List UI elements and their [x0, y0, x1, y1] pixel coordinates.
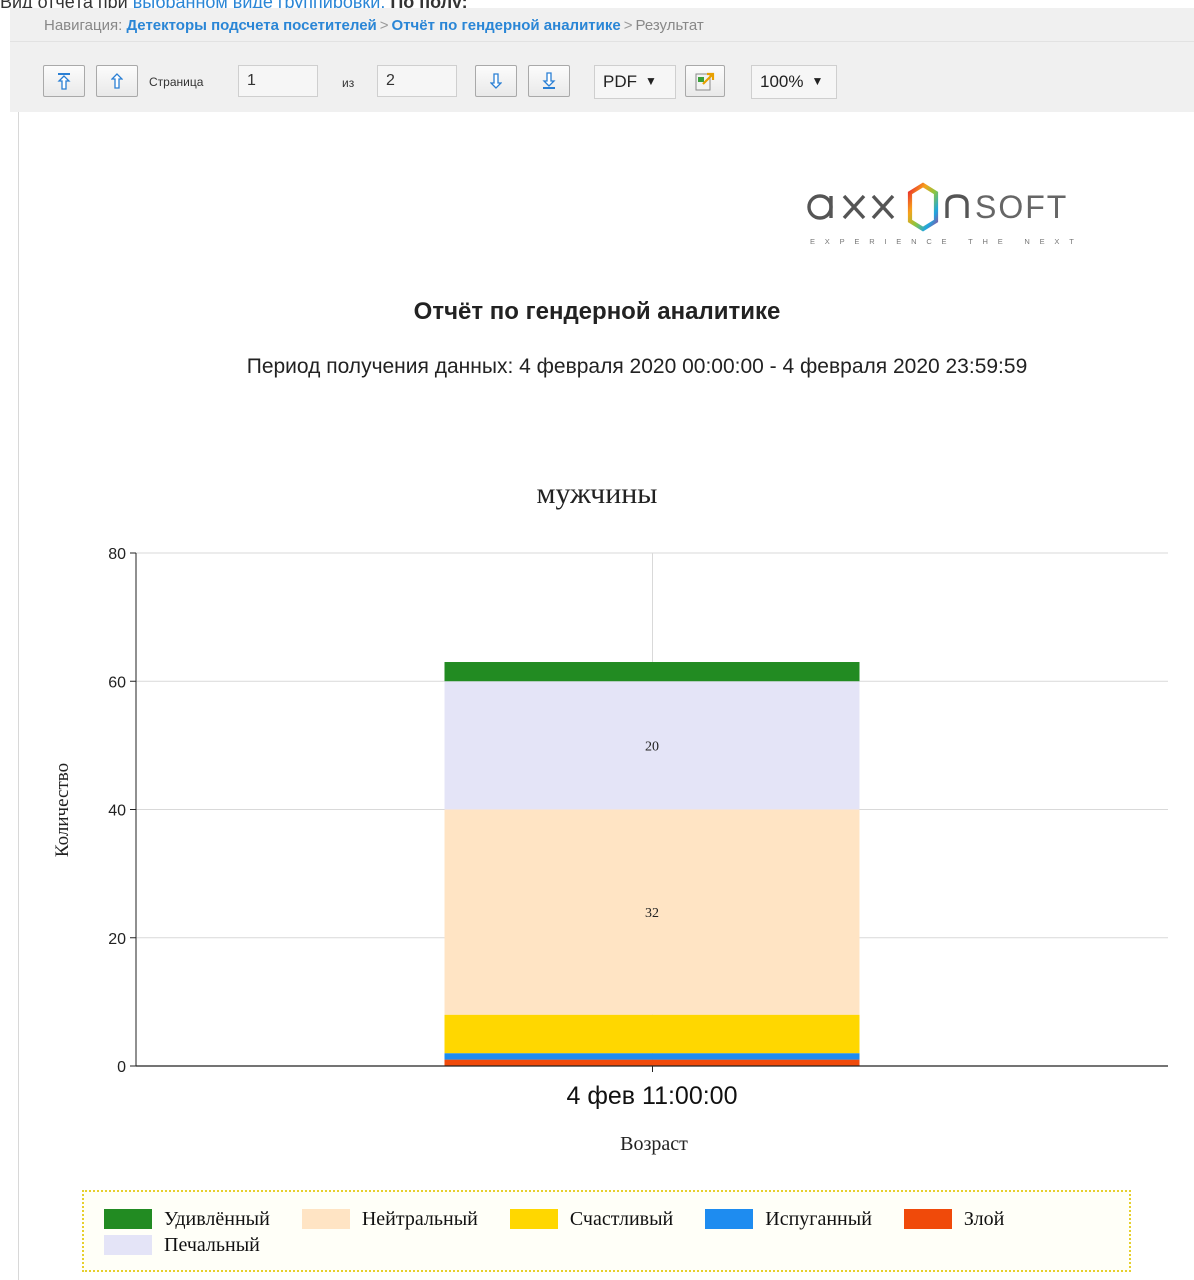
y-tick-label: 60	[108, 674, 126, 691]
legend-item: Удивлённый	[104, 1206, 270, 1232]
legend-label: Нейтральный	[361, 1207, 478, 1230]
first-page-icon	[57, 73, 71, 90]
legend-item: Печальный	[104, 1232, 260, 1258]
first-page-button[interactable]	[43, 65, 85, 97]
export-icon	[695, 72, 715, 91]
breadcrumb-detectors-link[interactable]: Детекторы подсчета посетителей	[126, 17, 376, 34]
bar-segment	[444, 662, 860, 682]
page-number-input[interactable]	[238, 65, 318, 97]
y-tick-label: 20	[108, 931, 126, 948]
legend-item: Злой	[903, 1206, 1005, 1232]
axxonsoft-logo: SOFT EXPERIENCE THE NEXT	[807, 182, 1084, 246]
breadcrumb-current: Результат	[635, 17, 704, 34]
legend-row: Удивлённый Нейтральный Счастливый Испуганны…	[104, 1206, 1129, 1232]
export-format-select[interactable]: PDF ▼	[594, 65, 676, 99]
last-page-button[interactable]	[528, 65, 570, 97]
chart-title: мужчины	[537, 477, 658, 510]
legend-swatch	[509, 1209, 558, 1229]
of-label: из	[342, 76, 355, 90]
legend-label: Злой	[963, 1207, 1005, 1230]
legend-row: Печальный	[104, 1232, 1129, 1258]
legend-label: Удивлённый	[164, 1207, 270, 1230]
prev-page-icon	[111, 73, 123, 89]
bar-segment	[444, 1053, 860, 1060]
legend-item: Испуганный	[705, 1206, 872, 1232]
legend-label: Испуганный	[765, 1207, 872, 1230]
chevron-down-icon: ▼	[811, 74, 824, 88]
legend-swatch	[705, 1209, 754, 1229]
y-axis-label: Количество	[52, 763, 73, 857]
legend-label: Счастливый	[569, 1207, 674, 1230]
export-format-value: PDF	[603, 72, 637, 91]
legend-swatch	[301, 1209, 350, 1229]
chevron-down-icon: ▼	[645, 74, 657, 88]
legend-label: Печальный	[164, 1233, 260, 1256]
x-axis-label: Возраст	[620, 1133, 688, 1155]
data-label: 32	[645, 906, 659, 921]
breadcrumb-report-link[interactable]: Отчёт по гендерной аналитике	[392, 17, 621, 34]
stacked-bar-chart: мужчины 0 20 40 60 80 32 20 4 фев 11:00:00 Возрас…	[52, 477, 1168, 1155]
legend-item: Нейтральный	[301, 1206, 478, 1232]
zoom-select[interactable]: 100% ▼	[751, 65, 837, 99]
breadcrumb: Навигация: Детекторы подсчета посетителе…	[10, 8, 1194, 42]
legend-item: Счастливый	[509, 1206, 674, 1232]
legend-swatch	[104, 1209, 152, 1229]
y-tick-label: 40	[108, 803, 126, 820]
prev-page-button[interactable]	[96, 65, 138, 97]
legend-swatch	[104, 1235, 152, 1255]
total-pages-field	[377, 65, 457, 97]
y-tick-label: 0	[117, 1059, 126, 1076]
report-toolbar: Страница из PDF ▼ 100% ▼	[10, 42, 1194, 112]
legend-swatch	[903, 1209, 952, 1229]
report-title: Отчёт по гендерной аналитике	[413, 298, 781, 325]
report-period: Период получения данных: 4 февраля 2020 …	[246, 355, 1028, 378]
next-page-icon	[490, 73, 502, 89]
chart-legend: Удивлённый Нейтральный Счастливый Испуганны…	[82, 1190, 1131, 1272]
svg-text:EXPERIENCE THE NEXT: EXPERIENCE THE NEXT	[810, 237, 1084, 246]
y-tick-label: 80	[108, 546, 126, 563]
x-tick-label: 4 фев 11:00:00	[566, 1082, 737, 1110]
data-label: 20	[645, 739, 659, 754]
page-label: Страница	[149, 75, 204, 89]
bar-segment	[444, 1059, 860, 1066]
breadcrumb-separator: >	[623, 17, 633, 34]
breadcrumb-separator: >	[379, 17, 389, 34]
zoom-value: 100%	[760, 72, 804, 91]
company-logo: SOFT EXPERIENCE THE NEXT	[792, 180, 1122, 250]
export-button[interactable]	[685, 65, 725, 97]
chart: мужчины 0 20 40 60 80 32 20 4 фев 11:00:00 Возрас…	[0, 470, 1194, 1175]
next-page-button[interactable]	[475, 65, 517, 97]
svg-text:SOFT: SOFT	[975, 189, 1068, 225]
last-page-icon	[542, 72, 556, 89]
bar-segment	[444, 1014, 860, 1054]
breadcrumb-label: Навигация:	[44, 17, 127, 34]
